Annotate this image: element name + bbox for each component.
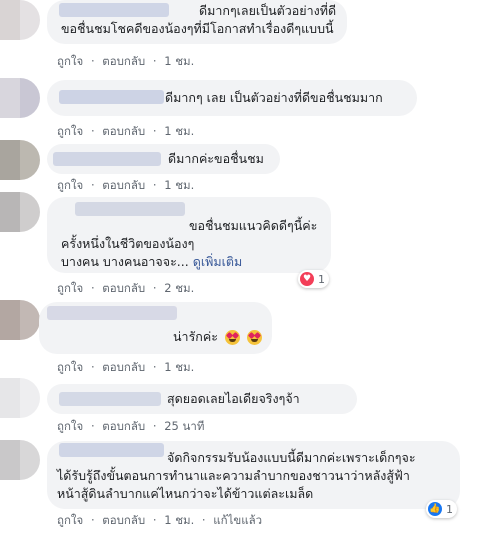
comment-actions: ถูกใจ · ตอบกลับ · 1 ชม. xyxy=(57,123,194,141)
avatar[interactable] xyxy=(0,378,40,418)
avatar[interactable] xyxy=(0,0,40,40)
separator: · xyxy=(152,178,157,192)
like-link[interactable]: ถูกใจ xyxy=(57,123,83,141)
comment-bubble: ดีมากค่ะขอชื่นชม xyxy=(47,144,280,174)
separator: · xyxy=(201,513,206,527)
heart-eyes-emoji-icon xyxy=(224,330,240,345)
comment-text: ดีมากๆ เลย เป็นตัวอย่างที่ดีขอชื่นชมมาก xyxy=(165,90,383,105)
like-link[interactable]: ถูกใจ xyxy=(57,280,83,298)
comment-actions: ถูกใจ · ตอบกลับ · 25 นาที xyxy=(57,418,204,436)
comment-text: จัดกิจกรรมรับน้องแบบนี้ดีมากค่ะเพราะเด็ก… xyxy=(167,450,416,465)
reply-link[interactable]: ตอบกลับ xyxy=(102,512,145,530)
love-reaction-icon: ♥ xyxy=(300,272,314,286)
comment-bubble: จัดกิจกรรมรับน้องแบบนี้ดีมากค่ะเพราะเด็ก… xyxy=(47,441,460,509)
separator: · xyxy=(152,281,157,295)
like-link[interactable]: ถูกใจ xyxy=(57,177,83,195)
reaction-badge[interactable]: 👍 1 xyxy=(426,500,457,518)
comment-actions: ถูกใจ · ตอบกลับ · 1 ชม. xyxy=(57,177,194,195)
commenter-name[interactable] xyxy=(59,443,164,457)
separator: · xyxy=(90,419,95,433)
separator: · xyxy=(152,360,157,374)
comment-actions: ถูกใจ · ตอบกลับ · 1 ชม. xyxy=(57,359,194,377)
comment-text: หน้าสู้ดินลำบากแค่ไหนกว่าจะได้ข้าวแต่ละเ… xyxy=(57,486,314,501)
comment-bubble: ขอชื่นชมแนวคิดดีๆนี้ค่ะ ครั้งหนึ่งในชีวิ… xyxy=(47,197,331,273)
avatar[interactable] xyxy=(0,440,40,480)
reply-link[interactable]: ตอบกลับ xyxy=(102,53,145,71)
comment-text: น่ารักค่ะ xyxy=(173,328,262,345)
reply-link[interactable]: ตอบกลับ xyxy=(102,177,145,195)
comment-text: สุดยอดเลยไอเดียจริงๆจ้า xyxy=(167,391,300,406)
comment-text: ครั้งหนึ่งในชีวิตของน้องๆ xyxy=(61,236,195,251)
separator: · xyxy=(90,124,95,138)
reaction-badge[interactable]: ♥ 1 xyxy=(298,270,329,288)
comment-time[interactable]: 2 ชม. xyxy=(164,280,194,298)
commenter-name[interactable] xyxy=(59,392,161,406)
comment-actions: ถูกใจ · ตอบกลับ · 2 ชม. xyxy=(57,280,194,298)
avatar[interactable] xyxy=(0,78,40,118)
like-link[interactable]: ถูกใจ xyxy=(57,53,83,71)
comment-time[interactable]: 1 ชม. xyxy=(164,123,194,141)
reply-link[interactable]: ตอบกลับ xyxy=(102,418,145,436)
like-link[interactable]: ถูกใจ xyxy=(57,359,83,377)
avatar[interactable] xyxy=(0,192,40,232)
comment-actions: ถูกใจ · ตอบกลับ · 1 ชม. · แก้ไขแล้ว xyxy=(57,512,262,530)
separator: · xyxy=(152,124,157,138)
comment-text: ขอชื่นชมแนวคิดดีๆนี้ค่ะ xyxy=(189,218,318,233)
heart-eyes-emoji-icon xyxy=(246,330,262,345)
comment-time[interactable]: 25 นาที xyxy=(164,418,204,436)
avatar[interactable] xyxy=(0,140,40,180)
separator: · xyxy=(152,419,157,433)
separator: · xyxy=(90,178,95,192)
comment-text: ขอชื่นชมโชคดีของน้องๆที่มีโอกาสทำเรื่องด… xyxy=(61,21,334,36)
comment-text-truncated: บางคน บางคนอาจจะ... xyxy=(61,254,189,269)
separator: · xyxy=(90,360,95,374)
comment-bubble: ดีมากๆ เลย เป็นตัวอย่างที่ดีขอชื่นชมมาก xyxy=(47,80,417,116)
reply-link[interactable]: ตอบกลับ xyxy=(102,280,145,298)
comment-time[interactable]: 1 ชม. xyxy=(164,177,194,195)
edited-label[interactable]: แก้ไขแล้ว xyxy=(213,512,262,530)
comment-bubble: ดีมากๆเลยเป็นตัวอย่างที่ดี ขอชื่นชมโชคดี… xyxy=(47,0,347,44)
separator: · xyxy=(152,513,157,527)
separator: · xyxy=(152,54,157,68)
comment-text: ดีมากๆเลยเป็นตัวอย่างที่ดี xyxy=(199,3,337,18)
commenter-name[interactable] xyxy=(75,202,185,216)
comment-time[interactable]: 1 ชม. xyxy=(164,512,194,530)
comment-bubble: น่ารักค่ะ xyxy=(39,302,272,354)
reply-link[interactable]: ตอบกลับ xyxy=(102,359,145,377)
commenter-name[interactable] xyxy=(59,90,164,104)
commenter-name[interactable] xyxy=(53,152,161,166)
like-link[interactable]: ถูกใจ xyxy=(57,512,83,530)
comment-text: ดีมากค่ะขอชื่นชม xyxy=(168,151,264,166)
separator: · xyxy=(90,54,95,68)
comment-text: บางคน บางคนอาจจะ... ดูเพิ่มเติม xyxy=(61,253,242,270)
comment-text: ได้รับรู้ถึงขั้นตอนการทำนาและความลำบากขอ… xyxy=(57,468,410,483)
separator: · xyxy=(90,281,95,295)
separator: · xyxy=(90,513,95,527)
comment-body: น่ารักค่ะ xyxy=(173,329,218,344)
comment-time[interactable]: 1 ชม. xyxy=(164,53,194,71)
reply-link[interactable]: ตอบกลับ xyxy=(102,123,145,141)
commenter-name[interactable] xyxy=(59,3,169,17)
see-more-link[interactable]: ดูเพิ่มเติม xyxy=(193,254,243,269)
like-link[interactable]: ถูกใจ xyxy=(57,418,83,436)
comment-bubble: สุดยอดเลยไอเดียจริงๆจ้า xyxy=(47,384,357,414)
like-reaction-icon: 👍 xyxy=(428,502,442,516)
avatar[interactable] xyxy=(0,300,40,340)
comment-time[interactable]: 1 ชม. xyxy=(164,359,194,377)
reaction-count: 1 xyxy=(446,502,453,516)
comment-actions: ถูกใจ · ตอบกลับ · 1 ชม. xyxy=(57,53,194,71)
reaction-count: 1 xyxy=(318,272,325,286)
commenter-name[interactable] xyxy=(47,306,177,320)
